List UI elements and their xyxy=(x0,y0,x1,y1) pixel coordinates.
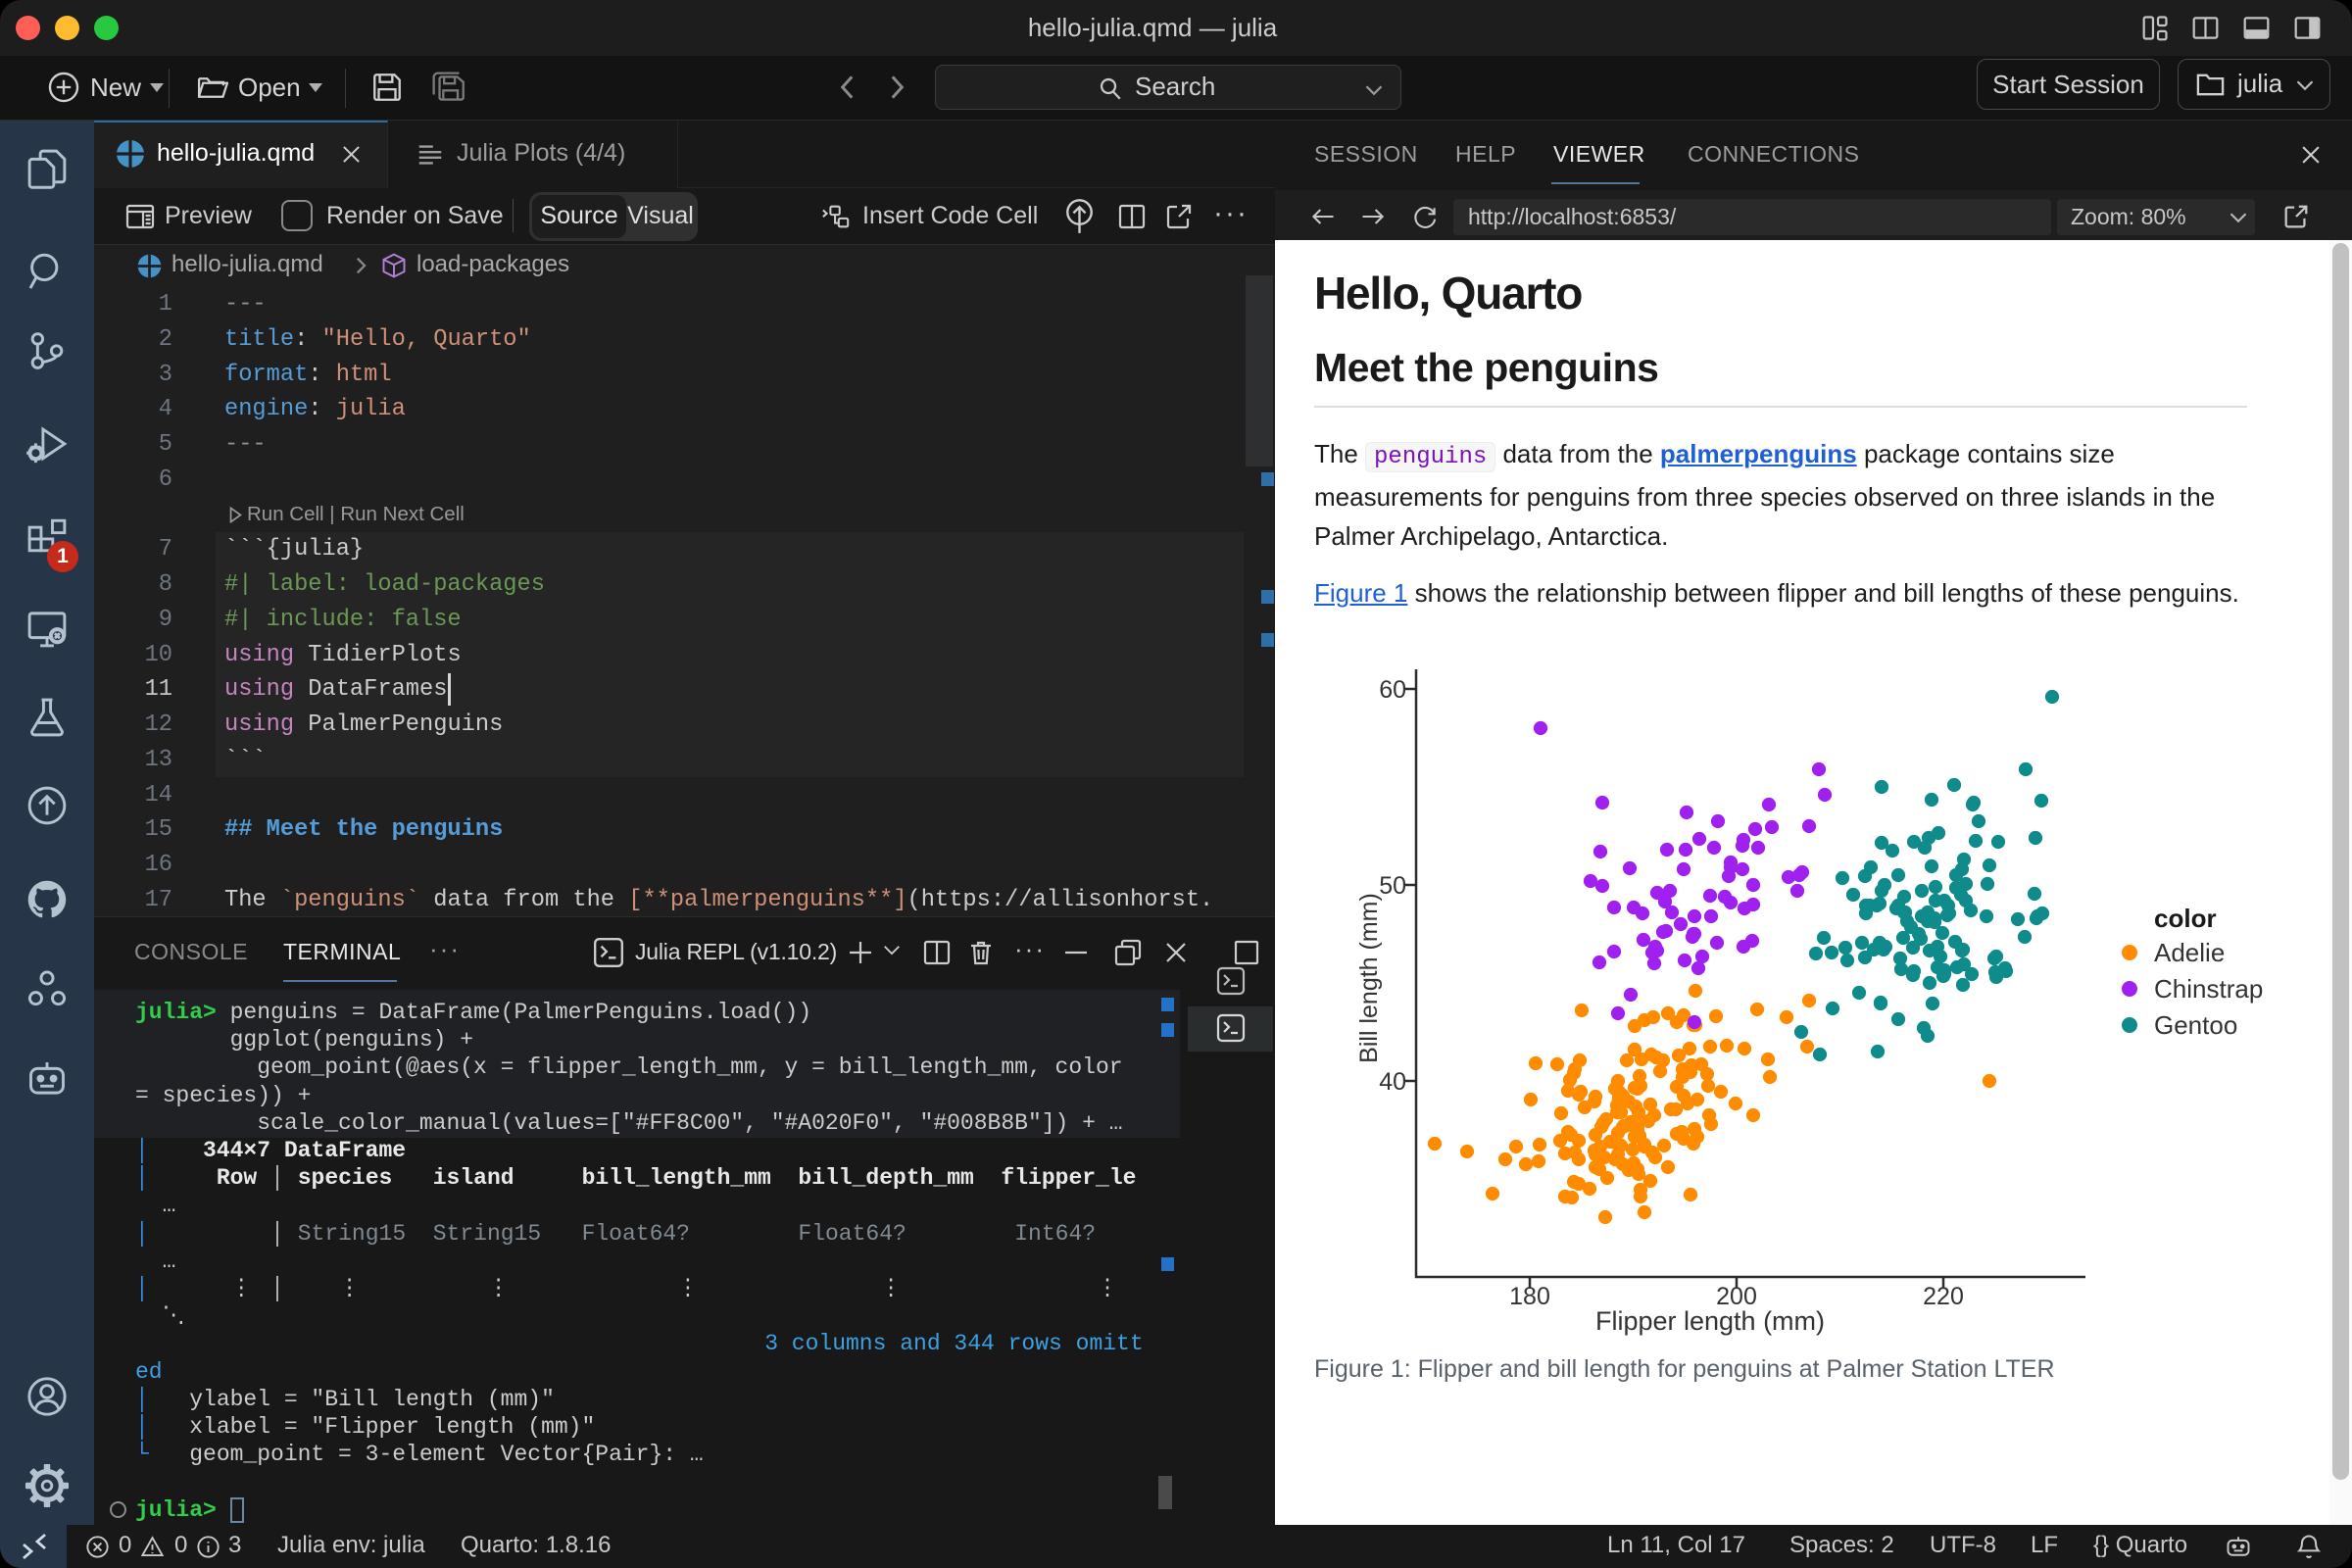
svg-text:40: 40 xyxy=(1379,1068,1406,1096)
svg-text:50: 50 xyxy=(1379,872,1406,900)
svg-text:Flipper length (mm): Flipper length (mm) xyxy=(1595,1306,1825,1336)
svg-text:Bill length (mm): Bill length (mm) xyxy=(1355,893,1383,1063)
svg-text:Gentoo: Gentoo xyxy=(2154,1010,2237,1040)
svg-text:180: 180 xyxy=(1509,1283,1550,1310)
svg-text:220: 220 xyxy=(1923,1283,1964,1310)
svg-text:60: 60 xyxy=(1379,676,1406,704)
svg-text:Chinstrap: Chinstrap xyxy=(2154,974,2263,1004)
svg-text:Adelie: Adelie xyxy=(2154,938,2225,967)
svg-text:color: color xyxy=(2154,904,2217,933)
